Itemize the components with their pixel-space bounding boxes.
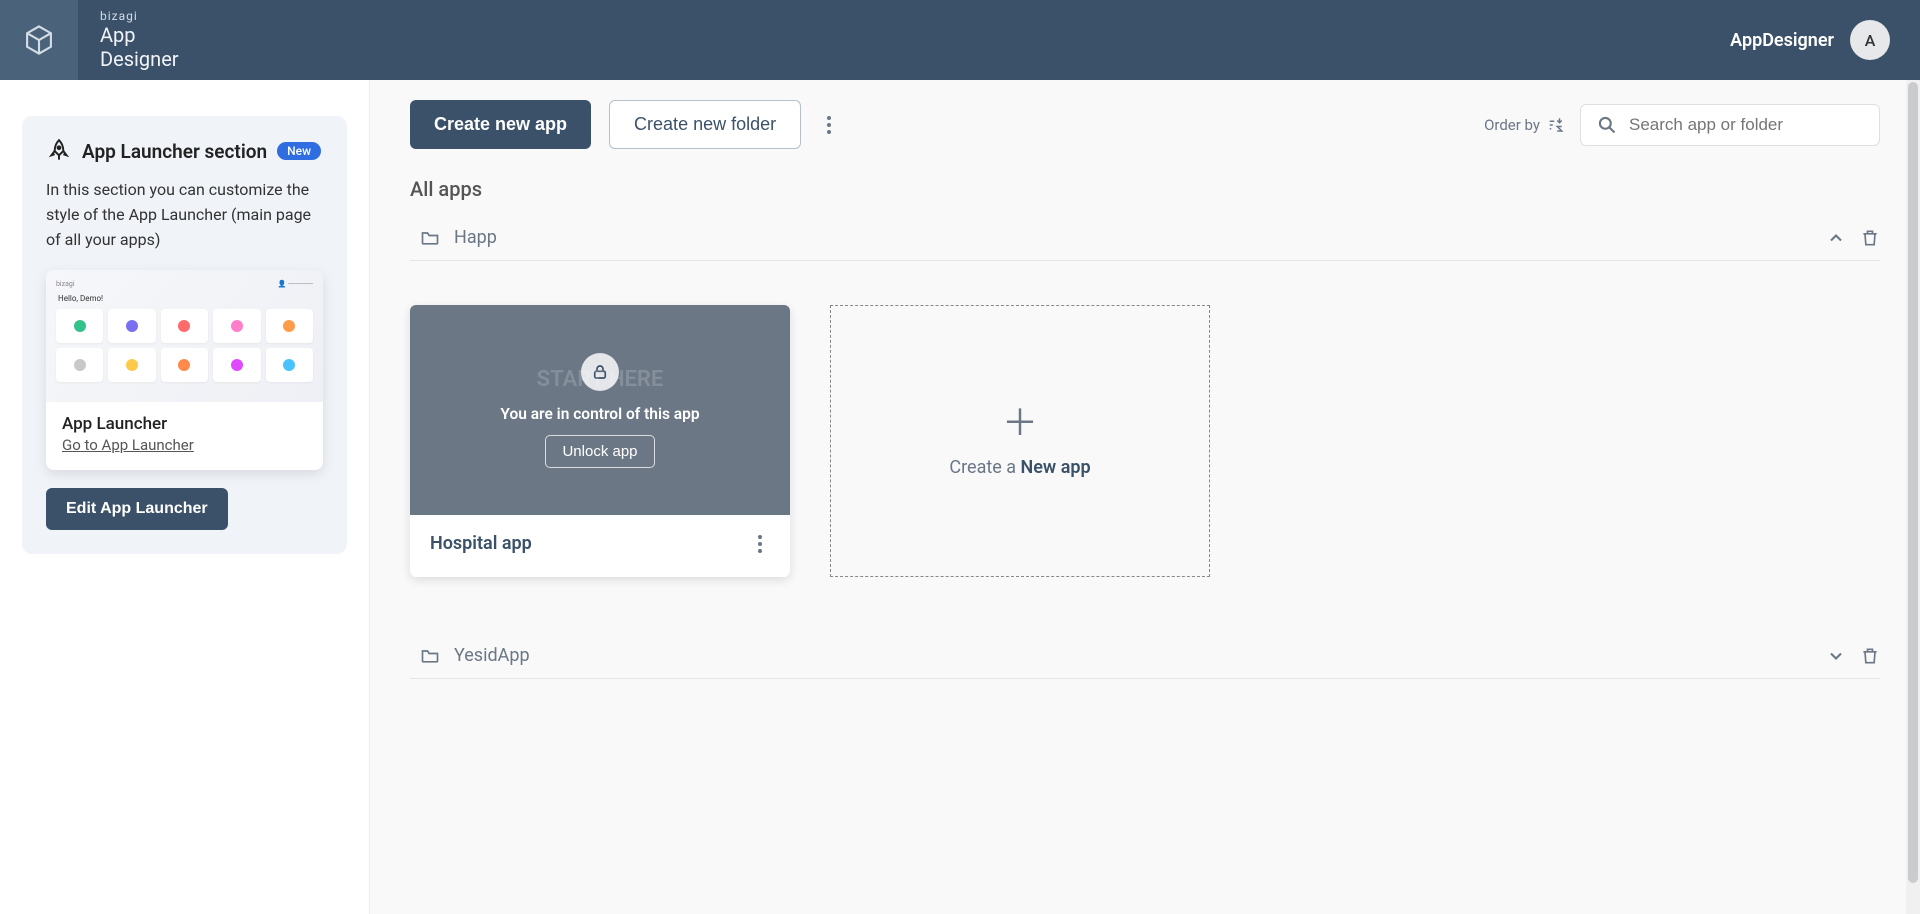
unlock-button[interactable]: Unlock app bbox=[545, 435, 654, 468]
app-header: bizagi App Designer AppDesigner A bbox=[0, 0, 1920, 80]
launcher-description: In this section you can customize the st… bbox=[46, 178, 323, 252]
new-app-bold: New app bbox=[1021, 457, 1091, 478]
launcher-section-title: App Launcher section bbox=[82, 140, 267, 163]
folder-row-happ[interactable]: Happ bbox=[410, 219, 1880, 261]
go-to-launcher-link[interactable]: Go to App Launcher bbox=[62, 436, 194, 454]
brand-line2: Designer bbox=[100, 47, 179, 71]
new-app-prefix: Create a bbox=[949, 457, 1020, 478]
preview-title: App Launcher bbox=[62, 414, 307, 434]
chevron-down-icon[interactable] bbox=[1826, 646, 1846, 666]
folder-row-yesid[interactable]: YesidApp bbox=[410, 637, 1880, 679]
scrollbar[interactable] bbox=[1906, 80, 1920, 914]
avatar[interactable]: A bbox=[1850, 20, 1890, 60]
chevron-up-icon[interactable] bbox=[1826, 228, 1846, 248]
top-actions: Create new app Create new folder Order b… bbox=[410, 100, 1880, 149]
hex-logo-icon bbox=[22, 23, 56, 57]
app-name: Hospital app bbox=[430, 533, 532, 554]
edit-launcher-button[interactable]: Edit App Launcher bbox=[46, 488, 228, 530]
brand-line1: App bbox=[100, 23, 179, 47]
launcher-card: App Launcher section New In this section… bbox=[22, 116, 347, 554]
plus-icon: ＋ bbox=[1002, 405, 1038, 441]
rocket-icon bbox=[46, 138, 72, 164]
logo-box bbox=[0, 0, 78, 80]
create-folder-button[interactable]: Create new folder bbox=[609, 100, 801, 149]
new-badge: New bbox=[277, 142, 321, 160]
app-card-more-icon[interactable] bbox=[750, 534, 770, 554]
trash-icon[interactable] bbox=[1860, 228, 1880, 248]
launcher-preview-image: bizagi 👤 ───── Hello, Demo! bbox=[46, 270, 323, 402]
more-options-icon[interactable] bbox=[819, 115, 839, 135]
app-card-hospital[interactable]: START HERE You are in control of this ap… bbox=[410, 305, 790, 577]
folder-icon bbox=[420, 228, 440, 248]
order-by-toggle[interactable]: Order by bbox=[1484, 116, 1564, 134]
launcher-preview-card: bizagi 👤 ───── Hello, Demo! bbox=[46, 270, 323, 470]
trash-icon[interactable] bbox=[1860, 646, 1880, 666]
folder-icon bbox=[420, 646, 440, 666]
main-area: Create new app Create new folder Order b… bbox=[370, 80, 1920, 914]
scrollbar-thumb[interactable] bbox=[1908, 82, 1918, 883]
create-app-button[interactable]: Create new app bbox=[410, 100, 591, 149]
sort-az-icon bbox=[1546, 116, 1564, 134]
brand-block: bizagi App Designer bbox=[100, 9, 179, 71]
apps-grid: START HERE You are in control of this ap… bbox=[410, 261, 1880, 637]
new-app-tile[interactable]: ＋ Create a New app bbox=[830, 305, 1210, 577]
order-by-label: Order by bbox=[1484, 116, 1540, 134]
folder-name: YesidApp bbox=[454, 645, 530, 666]
brand-mark: bizagi bbox=[100, 9, 179, 23]
folder-name: Happ bbox=[454, 227, 497, 248]
sidebar: App Launcher section New In this section… bbox=[0, 80, 370, 914]
all-apps-title: All apps bbox=[410, 177, 1880, 201]
preview-hello: Hello, Demo! bbox=[58, 294, 313, 303]
user-label: AppDesigner bbox=[1730, 30, 1834, 51]
preview-mark: bizagi bbox=[56, 280, 75, 288]
search-box[interactable] bbox=[1580, 104, 1880, 146]
ghost-label: START HERE bbox=[537, 367, 664, 392]
control-text: You are in control of this app bbox=[500, 405, 699, 423]
search-icon bbox=[1597, 115, 1617, 135]
search-input[interactable] bbox=[1629, 115, 1863, 135]
